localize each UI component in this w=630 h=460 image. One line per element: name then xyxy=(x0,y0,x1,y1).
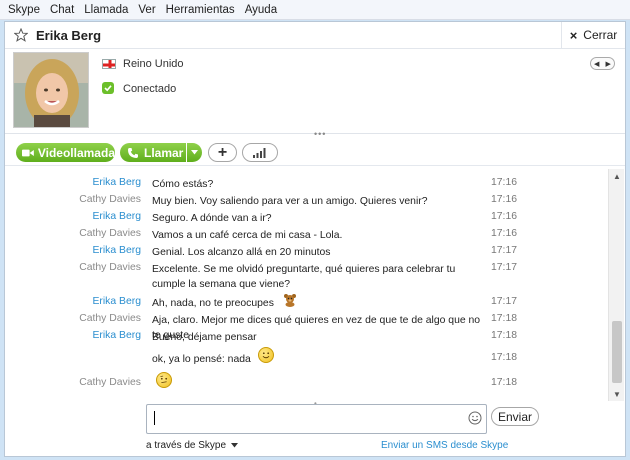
bear-emoticon-icon xyxy=(283,294,296,308)
contact-country: Reino Unido xyxy=(123,58,184,70)
send-via-selector[interactable]: a través de Skype xyxy=(146,440,238,451)
message-text-wrap: ok, ya lo pensé: nada xyxy=(152,347,482,367)
message-sender: Cathy Davies xyxy=(79,194,141,205)
message-text: ok, ya lo pensé: nada xyxy=(152,354,251,365)
send-button[interactable]: Enviar xyxy=(491,407,539,426)
call-quality-button[interactable] xyxy=(242,143,278,162)
message-time: 17:16 xyxy=(491,177,518,188)
menu-ver[interactable]: Ver xyxy=(138,4,155,16)
phone-icon xyxy=(128,147,138,158)
message-text: Bueno, déjame pensar xyxy=(152,332,257,343)
contact-profile: Reino Unido Conectado ◀ ▶ xyxy=(5,50,625,130)
call-button[interactable]: Llamar xyxy=(120,143,186,162)
message-time: 17:17 xyxy=(491,262,518,273)
close-icon: × xyxy=(569,27,578,43)
menu-bar: Skype Chat Llamada Ver Herramientas Ayud… xyxy=(0,0,630,20)
call-label: Llamar xyxy=(144,145,184,160)
message-time: 17:18 xyxy=(491,352,518,363)
online-status-icon xyxy=(102,82,114,94)
call-toolbar: Videollamada Llamar + xyxy=(5,138,625,166)
message-text: Muy bien. Voy saliendo para ver a un ami… xyxy=(152,196,428,207)
message-text-wrap xyxy=(152,372,482,392)
message-text: Seguro. A dónde van a ir? xyxy=(152,213,272,224)
arrow-left-icon[interactable]: ◀ xyxy=(594,60,599,68)
scroll-up-icon[interactable]: ▲ xyxy=(609,169,625,183)
message-text: Excelente. Se me olvidó preguntarte, qué… xyxy=(152,264,456,290)
chat-scrollbar[interactable]: ▲ ▼ xyxy=(608,169,624,401)
message-time: 17:16 xyxy=(491,194,518,205)
video-camera-icon xyxy=(22,149,34,156)
menu-chat[interactable]: Chat xyxy=(50,4,74,16)
send-via-label: a través de Skype xyxy=(146,440,227,451)
message-text-wrap: Ah, nada, no te preocupes xyxy=(152,294,482,311)
avatar xyxy=(13,52,89,128)
uk-flag-icon xyxy=(102,59,116,69)
message-time: 17:16 xyxy=(491,211,518,222)
scroll-down-icon[interactable]: ▼ xyxy=(609,387,625,401)
message-text: Ah, nada, no te preocupes xyxy=(152,298,274,309)
arrow-right-icon[interactable]: ▶ xyxy=(606,60,611,68)
message-time: 17:17 xyxy=(491,296,518,307)
message-sender: Cathy Davies xyxy=(79,262,141,273)
close-conversation-button[interactable]: × Cerrar xyxy=(561,22,625,48)
message-sender: Erika Berg xyxy=(92,211,141,222)
menu-herramientas[interactable]: Herramientas xyxy=(166,4,235,16)
menu-llamada[interactable]: Llamada xyxy=(84,4,128,16)
video-call-button[interactable]: Videollamada xyxy=(16,143,115,162)
message-time: 17:18 xyxy=(491,330,518,341)
text-caret xyxy=(154,411,155,425)
signal-bars-icon xyxy=(253,147,266,158)
video-call-label: Videollamada xyxy=(37,145,115,160)
close-label: Cerrar xyxy=(583,28,618,42)
call-options-dropdown[interactable] xyxy=(187,143,202,162)
message-time: 17:18 xyxy=(491,377,518,388)
message-input[interactable] xyxy=(146,404,487,434)
chevron-down-icon xyxy=(230,443,238,448)
message-time: 17:18 xyxy=(491,313,518,324)
profile-nav-arrows[interactable]: ◀ ▶ xyxy=(590,57,615,70)
message-time: 17:16 xyxy=(491,228,518,239)
emoticon-picker-icon[interactable] xyxy=(468,411,482,425)
conversation-window: Erika Berg × Cerrar Reino Unido Conectad… xyxy=(4,21,626,457)
chevron-down-icon xyxy=(191,150,198,155)
add-participant-button[interactable]: + xyxy=(208,143,237,162)
message-text: Genial. Los alcanzo allá en 20 minutos xyxy=(152,247,331,258)
message-sender: Cathy Davies xyxy=(79,377,141,388)
chat-history: Erika Berg Cómo estás? 17:16 Cathy Davie… xyxy=(5,169,607,401)
scroll-thumb[interactable] xyxy=(612,321,622,383)
message-sender: Erika Berg xyxy=(92,177,141,188)
send-sms-link[interactable]: Enviar un SMS desde Skype xyxy=(381,440,508,451)
message-sender: Cathy Davies xyxy=(79,228,141,239)
message-sender: Erika Berg xyxy=(92,296,141,307)
wondering-emoticon-icon xyxy=(156,372,172,389)
menu-skype[interactable]: Skype xyxy=(8,4,40,16)
message-time: 17:17 xyxy=(491,245,518,256)
smile-emoticon-icon xyxy=(257,347,274,364)
contact-status: Conectado xyxy=(123,83,177,95)
plus-icon: + xyxy=(217,143,228,161)
conversation-header: Erika Berg × Cerrar xyxy=(5,22,625,49)
message-text: Cómo estás? xyxy=(152,179,214,190)
contact-name: Erika Berg xyxy=(36,27,102,43)
message-text: Vamos a un café cerca de mi casa - Lola. xyxy=(152,230,343,241)
message-sender: Erika Berg xyxy=(92,330,141,341)
menu-ayuda[interactable]: Ayuda xyxy=(245,4,277,16)
message-sender: Erika Berg xyxy=(92,245,141,256)
favorite-star-icon[interactable] xyxy=(14,28,28,42)
message-sender: Cathy Davies xyxy=(79,313,141,324)
